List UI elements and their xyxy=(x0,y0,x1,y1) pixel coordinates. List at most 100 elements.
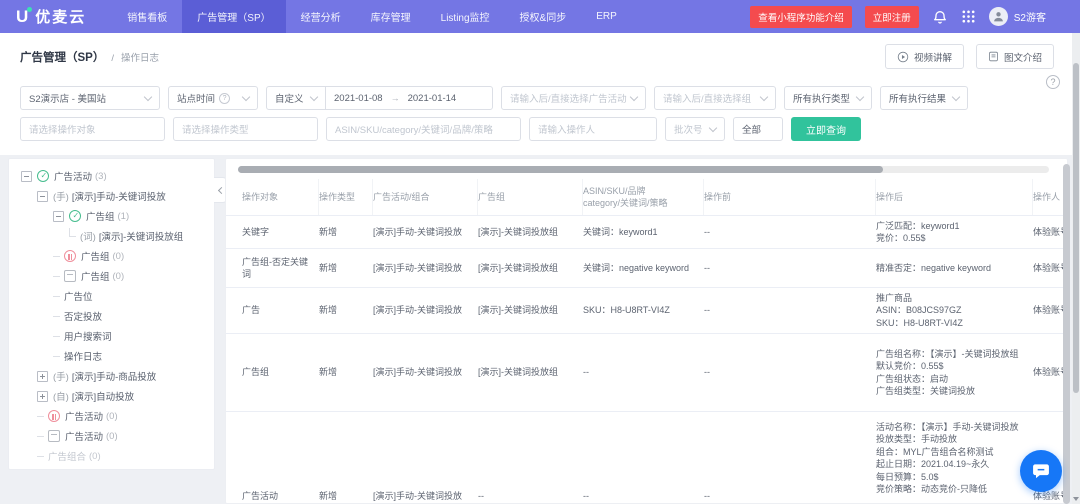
exec-result-select[interactable]: 所有执行结果 xyxy=(880,86,968,110)
table-vertical-scrollbar[interactable] xyxy=(1063,164,1070,504)
archived-status-icon xyxy=(64,270,76,282)
operation-log-table: 操作对象 操作类型 广告活动/组合 广告组 ASIN/SKU/品牌 catego… xyxy=(225,158,1068,504)
nav-item-business-analysis[interactable]: 经营分析 xyxy=(286,0,356,33)
chat-support-button[interactable] xyxy=(1020,450,1062,492)
collapse-icon[interactable] xyxy=(53,211,64,222)
tree-item-operation-log[interactable]: 操作日志 xyxy=(9,346,214,366)
table-row[interactable]: 广告组-否定关键词 新增 [演示]手动-关键词投放 [演示]-关键词投放组 关键… xyxy=(226,249,1067,288)
tree-item-label: [演示]-关键词投放组 xyxy=(99,229,183,243)
tree-item-campaigns-paused[interactable]: 广告活动 (0) xyxy=(9,406,214,426)
chevron-down-icon xyxy=(760,92,768,100)
cell-target: 广告活动 xyxy=(242,490,319,502)
nav-item-sales-board[interactable]: 销售看板 xyxy=(112,0,182,33)
operation-type-input[interactable]: 请选择操作类型 xyxy=(173,117,318,141)
cell-detail: 关键词：keyword1 xyxy=(583,226,704,238)
cell-before: -- xyxy=(704,304,876,316)
brand-logo[interactable]: U 优麦云 xyxy=(0,0,112,33)
table-horizontal-scrollbar-thumb[interactable] xyxy=(238,166,883,173)
cell-target: 广告 xyxy=(242,304,319,316)
play-circle-icon xyxy=(897,51,909,63)
tree-item-adgroups-enabled[interactable]: 广告组 (1) xyxy=(9,206,214,226)
table-horizontal-scrollbar-track[interactable] xyxy=(238,166,1049,173)
tree-item-search-terms[interactable]: 用户搜索词 xyxy=(9,326,214,346)
video-guide-button[interactable]: 视频讲解 xyxy=(885,44,964,69)
search-button[interactable]: 立即查询 xyxy=(791,117,861,141)
col-header-before: 操作前 xyxy=(704,179,876,215)
table-row[interactable]: 关键字 新增 [演示]手动-关键词投放 [演示]-关键词投放组 关键词：keyw… xyxy=(226,216,1067,249)
doc-guide-label: 图文介绍 xyxy=(1004,50,1042,64)
adgroup-select[interactable]: 请输入后/直接选择组 xyxy=(654,86,776,110)
campaign-select-placeholder: 请输入后/直接选择广告活动 xyxy=(510,91,627,105)
tree-item-placements[interactable]: 广告位 xyxy=(9,286,214,306)
tree-dash-connector xyxy=(53,336,60,337)
batch-select[interactable]: 批次号 xyxy=(665,117,725,141)
tree-item-manual-product-campaign[interactable]: (手) [演示]手动-商品投放 xyxy=(9,366,214,386)
nav-item-erp[interactable]: ERP xyxy=(581,0,632,33)
col-header-target: 操作对象 xyxy=(242,179,319,215)
tree-item-negative-targeting[interactable]: 否定投放 xyxy=(9,306,214,326)
tree-item-campaigns-archived[interactable]: 广告活动 (0) xyxy=(9,426,214,446)
all-filter-input[interactable]: 全部 xyxy=(733,117,783,141)
tree-item-manual-keyword-campaign[interactable]: (手) [演示]手动-关键词投放 xyxy=(9,186,214,206)
register-button[interactable]: 立即注册 xyxy=(865,6,919,28)
tree-item-count: (0) xyxy=(89,451,101,462)
asin-keyword-input[interactable]: ASIN/SKU/category/关键词/品牌/策略 xyxy=(326,117,521,141)
tree-dash-connector xyxy=(53,316,60,317)
cell-after: 推广商品 ASIN：B08JCS97GZ SKU：H8-U8RT-VI4Z xyxy=(876,292,1033,329)
tree-item-adgroups-paused[interactable]: 广告组 (0) xyxy=(9,246,214,266)
operation-target-input[interactable]: 请选择操作对象 xyxy=(20,117,165,141)
tree-item-keyword-adgroup[interactable]: (词) [演示]-关键词投放组 xyxy=(9,226,214,246)
breadcrumb-parent[interactable]: 广告管理（SP） xyxy=(20,49,104,65)
table-row[interactable]: 广告活动 新增 [演示]手动-关键词投放 -- -- -- 活动名称：【演示】手… xyxy=(226,412,1067,504)
cell-before: -- xyxy=(704,226,876,238)
cell-campaign: [演示]手动-关键词投放 xyxy=(373,304,478,316)
asin-keyword-placeholder: ASIN/SKU/category/关键词/品牌/策略 xyxy=(335,122,493,136)
cell-op-type: 新增 xyxy=(319,226,373,238)
operation-target-placeholder: 请选择操作对象 xyxy=(29,122,96,136)
top-navbar: U 优麦云 销售看板 广告管理（SP） 经营分析 库存管理 Listing监控 … xyxy=(0,0,1080,33)
tree-item-adgroups-archived[interactable]: 广告组 (0) xyxy=(9,266,214,286)
store-select-value: S2演示店 - 美国站 xyxy=(29,91,106,105)
tree-dash-connector xyxy=(53,256,60,257)
cell-campaign: [演示]手动-关键词投放 xyxy=(373,490,478,502)
table-row[interactable]: 广告 新增 [演示]手动-关键词投放 [演示]-关键词投放组 SKU：H8-U8… xyxy=(226,288,1067,334)
tree-item-campaigns-enabled[interactable]: 广告活动 (3) xyxy=(9,166,214,186)
page-scrollbar-track[interactable] xyxy=(1072,33,1080,504)
expand-icon[interactable] xyxy=(37,371,48,382)
page-scrollbar-thumb[interactable] xyxy=(1073,63,1079,393)
breadcrumb: 广告管理（SP） / 操作日志 xyxy=(20,49,159,65)
site-time-select[interactable]: 站点时间 xyxy=(168,86,258,110)
date-range-type-select[interactable]: 自定义 xyxy=(266,86,326,110)
nav-item-auth-sync[interactable]: 授权&同步 xyxy=(505,0,582,33)
scroll-down-arrow-icon[interactable] xyxy=(1073,497,1079,501)
nav-item-listing-monitor[interactable]: Listing监控 xyxy=(426,0,505,33)
doc-guide-button[interactable]: 图文介绍 xyxy=(976,44,1054,69)
tree-item-label: 否定投放 xyxy=(64,309,102,323)
table-row[interactable]: 广告组 新增 [演示]手动-关键词投放 [演示]-关键词投放组 -- -- 广告… xyxy=(226,334,1067,412)
site-time-value: 站点时间 xyxy=(177,91,215,105)
operation-type-placeholder: 请选择操作类型 xyxy=(182,122,249,136)
col-header-adgroup: 广告组 xyxy=(478,179,583,215)
collapse-icon[interactable] xyxy=(21,171,32,182)
campaign-tree-panel: 广告活动 (3) (手) [演示]手动-关键词投放 广告组 (1) (词) [演… xyxy=(8,158,215,470)
bell-icon[interactable] xyxy=(932,9,948,25)
date-range-picker[interactable]: 2021-01-08 → 2021-01-14 xyxy=(325,86,493,110)
help-icon[interactable] xyxy=(1046,75,1060,89)
operator-input[interactable]: 请输入操作人 xyxy=(529,117,657,141)
user-menu[interactable]: S2游客 xyxy=(989,7,1046,26)
exec-type-select[interactable]: 所有执行类型 xyxy=(784,86,872,110)
miniprogram-intro-button[interactable]: 查看小程序功能介绍 xyxy=(750,6,852,28)
expand-icon[interactable] xyxy=(37,391,48,402)
nav-item-inventory[interactable]: 库存管理 xyxy=(356,0,426,33)
avatar xyxy=(989,7,1008,26)
store-select[interactable]: S2演示店 - 美国站 xyxy=(20,86,160,110)
tree-item-label: 广告活动 xyxy=(65,429,103,443)
nav-item-ad-management-sp[interactable]: 广告管理（SP） xyxy=(182,0,285,33)
apps-grid-icon[interactable] xyxy=(961,9,976,24)
cell-op-type: 新增 xyxy=(319,262,373,274)
collapse-icon[interactable] xyxy=(37,191,48,202)
brand-name: 优麦云 xyxy=(35,6,86,27)
campaign-select[interactable]: 请输入后/直接选择广告活动 xyxy=(501,86,646,110)
tree-item-auto-campaign[interactable]: (自) [演示]自动投放 xyxy=(9,386,214,406)
tree-item-portfolios[interactable]: 广告组合 (0) xyxy=(9,446,214,466)
